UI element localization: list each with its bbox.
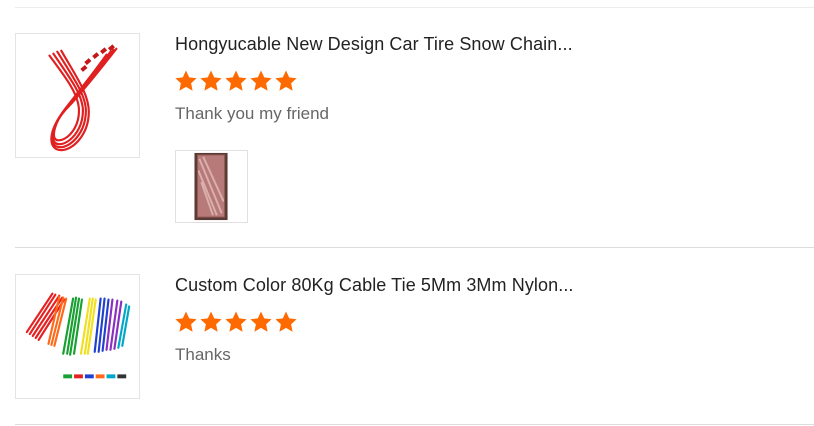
red-snow-chain-image: [48, 44, 118, 152]
buyer-photo[interactable]: [175, 150, 248, 223]
divider: [15, 247, 814, 248]
product-thumbnail[interactable]: [15, 33, 140, 158]
rating-stars: [174, 310, 298, 334]
star-icon: [275, 70, 297, 91]
rating-stars: [174, 69, 298, 93]
star-icon: [250, 311, 272, 332]
divider-top: [15, 7, 814, 8]
star-icon: [275, 311, 297, 332]
star-icon: [225, 70, 247, 91]
star-icon: [225, 311, 247, 332]
product-title[interactable]: Hongyucable New Design Car Tire Snow Cha…: [175, 33, 573, 55]
red-package-photo: [176, 151, 247, 222]
product-thumbnail[interactable]: [15, 274, 140, 399]
star-icon: [200, 70, 222, 91]
star-icon: [175, 311, 197, 332]
divider-bottom: [15, 424, 814, 425]
review-comment: Thank you my friend: [175, 104, 330, 123]
product-title[interactable]: Custom Color 80Kg Cable Tie 5Mm 3Mm Nylo…: [175, 274, 574, 296]
star-icon: [200, 311, 222, 332]
star-icon: [175, 70, 197, 91]
colorful-cable-ties-image: [25, 292, 131, 379]
star-icon: [250, 70, 272, 91]
review-comment: Thanks: [175, 345, 231, 364]
